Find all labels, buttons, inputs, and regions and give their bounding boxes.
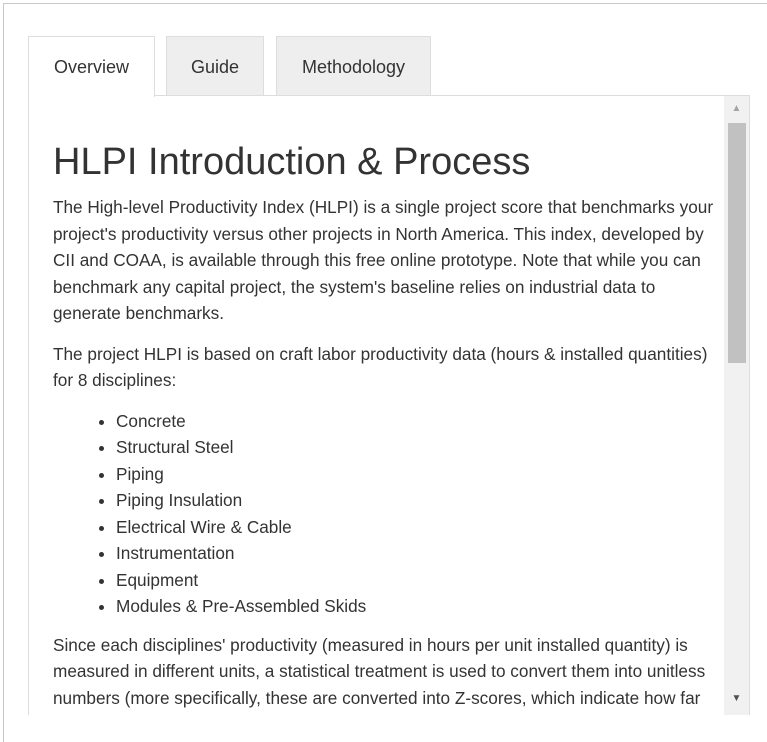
content-area: HLPI Introduction & Process The High-lev… bbox=[29, 96, 726, 715]
tab-methodology[interactable]: Methodology bbox=[276, 36, 431, 96]
tab-overview[interactable]: Overview bbox=[28, 36, 155, 97]
list-item: Instrumentation bbox=[116, 540, 716, 567]
page-title: HLPI Introduction & Process bbox=[53, 141, 531, 183]
scroll-thumb[interactable] bbox=[728, 123, 746, 363]
list-item: Modules & Pre-Assembled Skids bbox=[116, 593, 716, 620]
list-item: Electrical Wire & Cable bbox=[116, 514, 716, 541]
scroll-down-icon[interactable]: ▼ bbox=[724, 690, 749, 708]
scroll-up-icon[interactable]: ▲ bbox=[724, 100, 749, 118]
list-item: Piping Insulation bbox=[116, 487, 716, 514]
statistics-paragraph: Since each disciplines' productivity (me… bbox=[53, 634, 706, 716]
intro-paragraph: The High-level Productivity Index (HLPI)… bbox=[53, 197, 714, 323]
list-item: Equipment bbox=[116, 567, 716, 594]
tab-panel: HLPI Introduction & Process The High-lev… bbox=[28, 95, 750, 715]
tab-guide[interactable]: Guide bbox=[166, 36, 264, 96]
vertical-scrollbar[interactable]: ▲ ▼ bbox=[724, 96, 749, 715]
disciplines-paragraph: The project HLPI is based on craft labor… bbox=[53, 343, 708, 391]
disciplines-list: Concrete Structural Steel Piping Piping … bbox=[53, 408, 716, 620]
list-item: Structural Steel bbox=[116, 434, 716, 461]
list-item: Concrete bbox=[116, 408, 716, 435]
list-item: Piping bbox=[116, 461, 716, 488]
